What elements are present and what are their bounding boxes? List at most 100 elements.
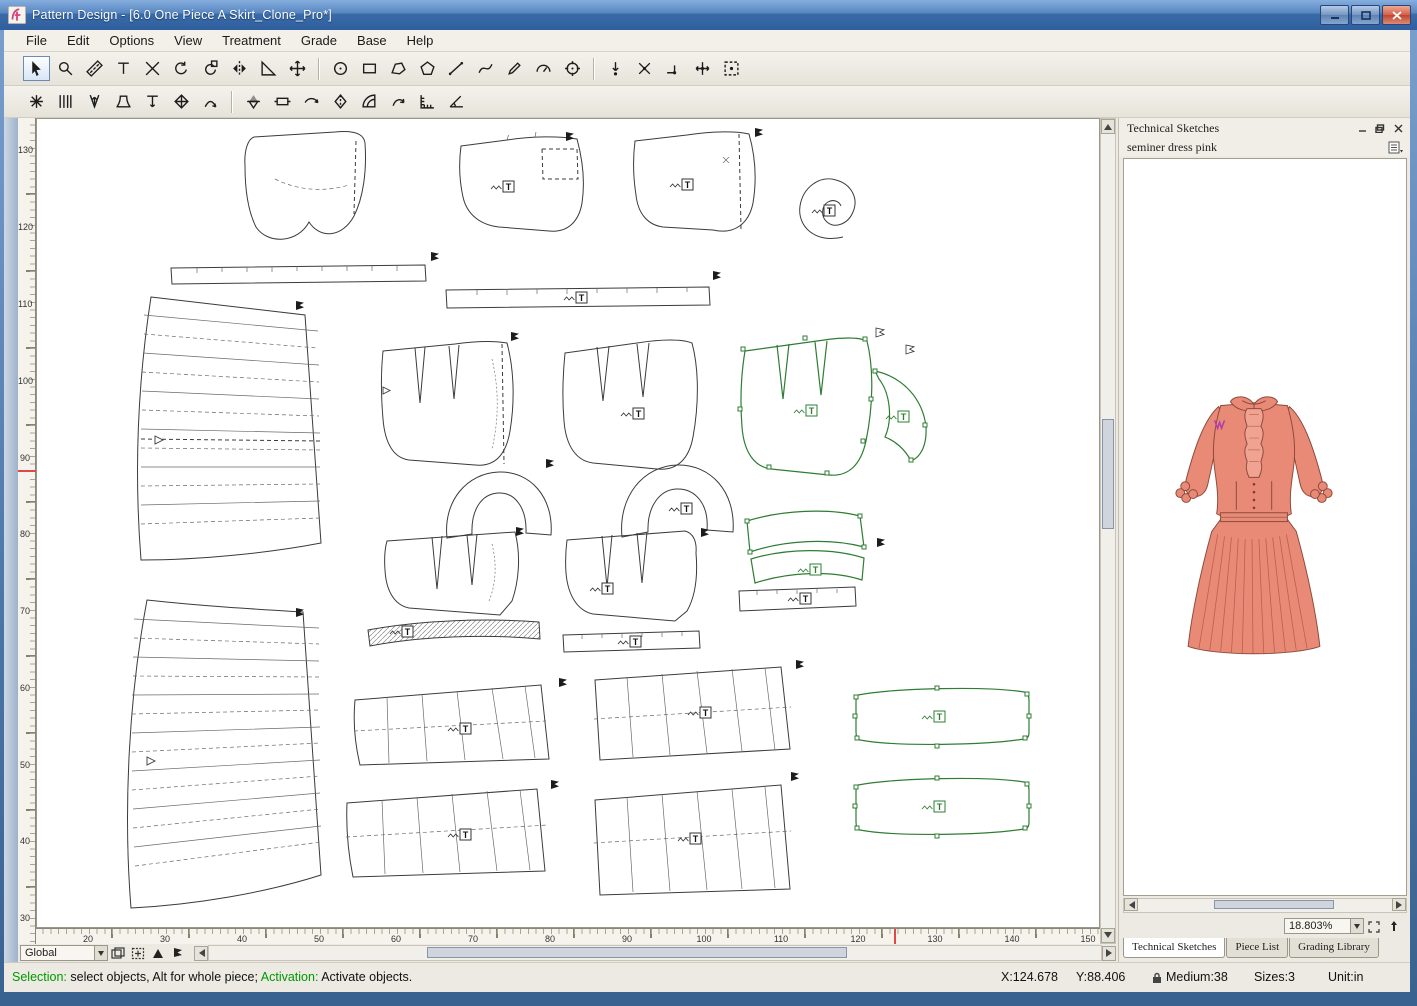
text-tool[interactable]	[110, 56, 137, 81]
menu-base[interactable]: Base	[347, 31, 397, 50]
pattern-piece-pleated-skirt-2[interactable]	[128, 600, 321, 908]
target-tool[interactable]	[559, 56, 586, 81]
pattern-piece-gore-4[interactable]: T	[594, 772, 799, 895]
stretch-tool[interactable]	[269, 89, 296, 114]
curve-arrow-tool[interactable]	[385, 89, 412, 114]
menu-options[interactable]: Options	[99, 31, 164, 50]
point-move-tool[interactable]	[689, 56, 716, 81]
curve-tool[interactable]	[472, 56, 499, 81]
zoom-fit-icon[interactable]	[1365, 918, 1383, 934]
rectangle-tool[interactable]	[356, 56, 383, 81]
angle-measure-tool[interactable]	[255, 56, 282, 81]
gauge-tool[interactable]	[530, 56, 557, 81]
menu-file[interactable]: File	[16, 31, 57, 50]
menu-view[interactable]: View	[164, 31, 212, 50]
pattern-piece-panel-selected-2[interactable]: T	[853, 776, 1031, 838]
chevron-down-icon[interactable]	[1350, 919, 1363, 933]
mirror-fold-tool[interactable]	[240, 89, 267, 114]
point-add-tool[interactable]	[602, 56, 629, 81]
pattern-piece-bodice-back-mid[interactable]: T	[563, 340, 697, 469]
sketch-viewport[interactable]	[1123, 158, 1407, 896]
dart-star-tool[interactable]	[23, 89, 50, 114]
select-tool[interactable]	[23, 56, 50, 81]
dart-transfer-tool[interactable]	[81, 89, 108, 114]
pattern-piece-gore-3[interactable]: T	[346, 780, 559, 877]
pattern-piece-bodice-selected[interactable]: T	[738, 328, 914, 475]
canvas-vertical-scrollbar[interactable]	[1100, 118, 1116, 944]
vertical-scroll-thumb[interactable]	[1102, 419, 1114, 529]
pattern-piece-yoke-selected[interactable]: T	[745, 511, 885, 583]
polygon-tool[interactable]	[385, 56, 412, 81]
rotate-ccw-tool[interactable]	[168, 56, 195, 81]
pattern-canvas[interactable]: T T T	[37, 119, 1099, 927]
pattern-piece-bodice-front-mid[interactable]	[382, 332, 520, 465]
fan-tool[interactable]	[356, 89, 383, 114]
maximize-button[interactable]	[1351, 5, 1380, 25]
point-tee-tool[interactable]	[139, 89, 166, 114]
scroll-up-button[interactable]	[1101, 119, 1115, 134]
sketch-scroll-left-button[interactable]	[1124, 898, 1138, 911]
tab-technical-sketches[interactable]: Technical Sketches	[1123, 938, 1225, 958]
scroll-left-button[interactable]	[194, 946, 208, 961]
line-tool[interactable]	[443, 56, 470, 81]
tab-grading-library[interactable]: Grading Library	[1289, 938, 1379, 958]
pattern-piece-panel-selected-1[interactable]: T	[853, 686, 1031, 748]
move-piece-tool[interactable]	[284, 56, 311, 81]
pattern-piece-cuff-strip[interactable]: T	[739, 587, 856, 611]
menu-grade[interactable]: Grade	[291, 31, 347, 50]
sheet-layout-icon[interactable]	[109, 945, 127, 961]
panel-close-button[interactable]	[1390, 121, 1406, 135]
shape-3d-tool[interactable]	[168, 89, 195, 114]
canvas-horizontal-scrollbar[interactable]	[208, 945, 1102, 961]
pattern-piece-waistband-1[interactable]	[171, 252, 439, 284]
menu-help[interactable]: Help	[397, 31, 444, 50]
panel-minimize-button[interactable]	[1354, 121, 1370, 135]
sketch-scroll-thumb[interactable]	[1214, 900, 1334, 909]
pattern-piece-hatched-band[interactable]: T	[368, 620, 540, 646]
compass-tool[interactable]	[327, 56, 354, 81]
scroll-right-button[interactable]	[1102, 946, 1116, 961]
panel-float-button[interactable]	[1372, 121, 1388, 135]
pleat-tool[interactable]	[52, 89, 79, 114]
pattern-piece-gore-2[interactable]: T	[594, 660, 804, 760]
minimize-button[interactable]	[1320, 5, 1349, 25]
rotate-copy-tool[interactable]	[197, 56, 224, 81]
box-select-tool[interactable]	[718, 56, 745, 81]
corner-ruler-tool[interactable]	[414, 89, 441, 114]
pattern-piece-collar-band-2[interactable]: T	[622, 465, 734, 537]
pattern-piece-bodice-low-2[interactable]: T	[566, 531, 697, 621]
pencil-tool[interactable]	[501, 56, 528, 81]
sketch-menu-icon[interactable]	[1388, 141, 1404, 154]
pattern-piece-collar-band-1[interactable]	[447, 459, 554, 538]
sketch-scroll-right-button[interactable]	[1392, 898, 1406, 911]
flip-vertical-tool[interactable]	[327, 89, 354, 114]
pattern-canvas-area[interactable]: T T T	[36, 118, 1100, 928]
pattern-piece-gore-1[interactable]: T	[354, 678, 567, 765]
view-scope-select[interactable]: Global	[20, 945, 108, 961]
flip-horizontal-tool[interactable]	[298, 89, 325, 114]
menu-edit[interactable]: Edit	[57, 31, 99, 50]
sketch-zoom-select[interactable]: 18.803%	[1284, 918, 1364, 934]
pattern-piece-pleated-skirt-1[interactable]	[138, 297, 321, 560]
measure-ruler-tool[interactable]	[81, 56, 108, 81]
flare-tool[interactable]	[110, 89, 137, 114]
marker-triangle-icon[interactable]	[149, 945, 167, 961]
pattern-piece-spiral[interactable]: T	[800, 179, 855, 239]
point-delete-tool[interactable]	[631, 56, 658, 81]
tab-piece-list[interactable]: Piece List	[1226, 938, 1288, 958]
scroll-down-button[interactable]	[1101, 928, 1115, 943]
pattern-piece-bodice-front-top[interactable]: T	[634, 128, 763, 231]
zoom-tool[interactable]	[52, 56, 79, 81]
menu-treatment[interactable]: Treatment	[212, 31, 291, 50]
mirror-copy-tool[interactable]	[226, 56, 253, 81]
fit-view-icon[interactable]	[129, 945, 147, 961]
pattern-piece-band-strip[interactable]: T	[563, 631, 700, 652]
flag-icon[interactable]	[169, 945, 187, 961]
pattern-piece-collar-top[interactable]	[245, 131, 366, 239]
pattern-piece-facing-selected[interactable]: T	[873, 369, 927, 462]
pattern-piece-bodice-back-top[interactable]: T	[460, 132, 584, 231]
zoom-drag-icon[interactable]	[1385, 918, 1403, 934]
angle-tool[interactable]	[443, 89, 470, 114]
pattern-piece-waistband-2[interactable]: T	[446, 271, 721, 308]
notch-tool[interactable]	[139, 56, 166, 81]
